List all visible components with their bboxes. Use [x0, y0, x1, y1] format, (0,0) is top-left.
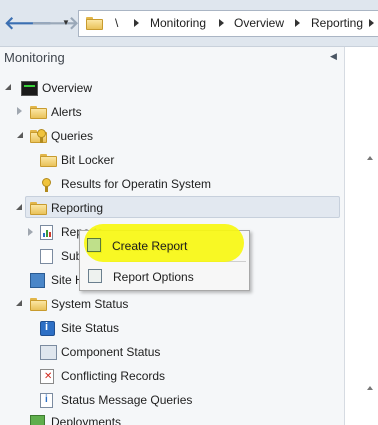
history-dropdown-icon[interactable]: ▼ — [60, 13, 72, 33]
folder-icon — [40, 154, 57, 169]
breadcrumb-separator-icon[interactable] — [369, 19, 374, 27]
forward-button[interactable]: 🡒 — [31, 12, 79, 34]
site-status-icon — [40, 321, 55, 336]
create-report-menu-item-overlay[interactable]: Create Report — [79, 233, 248, 259]
menu-item-label: Create Report — [112, 239, 188, 253]
tree-item-label: Conflicting Records — [61, 369, 166, 383]
back-button[interactable]: 🡐 — [4, 12, 52, 34]
collapse-overview-icon[interactable] — [4, 82, 14, 92]
component-status-icon — [40, 345, 57, 360]
overview-icon — [21, 81, 38, 96]
tree-item-label: Deployments — [51, 415, 122, 425]
breadcrumb-monitoring[interactable]: Monitoring — [150, 16, 206, 30]
subscription-icon — [40, 249, 53, 264]
folder-icon — [30, 298, 47, 313]
create-report-icon — [87, 238, 101, 252]
breadcrumb-root[interactable]: \ — [115, 16, 118, 30]
breadcrumb-overview[interactable]: Overview — [234, 16, 284, 30]
expand-alerts-icon[interactable] — [15, 106, 25, 116]
tree-item-label: System Status — [51, 297, 129, 311]
tree-item-label: Results for Operatin System — [61, 177, 212, 191]
tree-item-label: Queries — [51, 129, 94, 143]
site-hierarchy-icon — [30, 273, 45, 288]
collapse-system-status-icon[interactable] — [15, 298, 25, 308]
collapse-reporting-icon[interactable] — [15, 202, 25, 212]
tree-item-label: Site Status — [61, 321, 120, 335]
scroll-up-icon[interactable] — [367, 386, 373, 390]
breadcrumb-separator-icon[interactable] — [219, 19, 224, 27]
folder-icon — [30, 202, 47, 217]
report-options-menu-item[interactable]: Report Options — [80, 264, 249, 290]
collapse-queries-icon[interactable] — [16, 130, 26, 140]
tree-item-label: Component Status — [61, 345, 161, 359]
status-message-icon — [40, 393, 53, 408]
breadcrumb-separator-icon[interactable] — [134, 19, 139, 27]
query-key-icon — [40, 177, 52, 192]
key-icon — [35, 128, 47, 143]
deployments-icon — [30, 415, 45, 425]
tree-item-label: Reporting — [51, 201, 104, 215]
report-icon — [40, 225, 53, 240]
tree-item-label: Status Message Queries — [61, 393, 193, 407]
breadcrumb[interactable]: \ Monitoring Overview Reporting — [78, 10, 378, 37]
tree-item-label: Bit Locker — [61, 153, 115, 167]
collapse-pane-icon[interactable]: ◀ — [330, 51, 337, 62]
pane-title: Monitoring — [4, 50, 65, 65]
content-pane — [345, 47, 378, 425]
scroll-up-icon[interactable] — [367, 156, 373, 160]
breadcrumb-separator-icon[interactable] — [295, 19, 300, 27]
conflict-icon — [40, 369, 54, 384]
menu-item-label: Report Options — [113, 270, 194, 284]
address-bar: 🡐 🡒 ▼ \ Monitoring Overview Reporting — [0, 0, 378, 47]
tree-item-label: Alerts — [51, 105, 82, 119]
tree-item-label: Overview — [42, 81, 93, 95]
folder-icon — [30, 106, 47, 121]
folder-icon — [86, 17, 103, 30]
report-options-icon — [88, 269, 102, 283]
breadcrumb-reporting[interactable]: Reporting — [311, 16, 363, 30]
expand-reports-icon[interactable] — [26, 227, 36, 237]
